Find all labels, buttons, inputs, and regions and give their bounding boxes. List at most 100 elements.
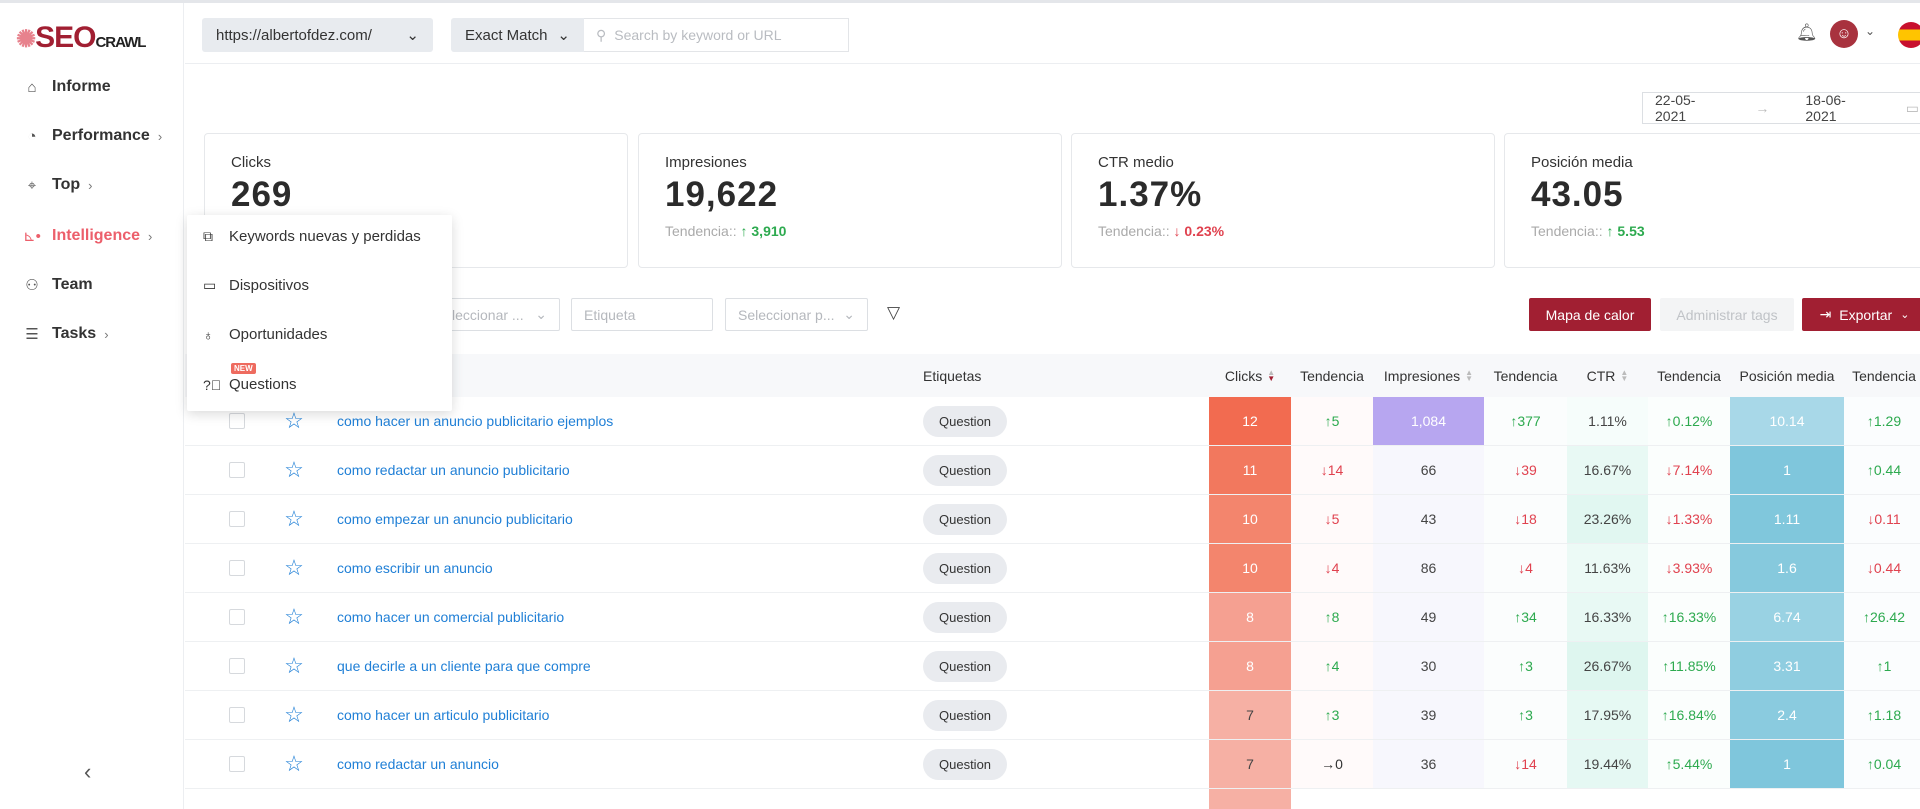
collapse-sidebar-icon[interactable]: ‹ xyxy=(84,759,91,785)
row-checkbox[interactable] xyxy=(229,609,245,625)
position-cell: 1 xyxy=(1730,740,1844,788)
submenu-item-keywords-nuevas-y-perdidas[interactable]: ⧉ Keywords nuevas y perdidas xyxy=(203,228,421,245)
row-checkbox[interactable] xyxy=(229,462,245,478)
row-checkbox[interactable] xyxy=(229,560,245,576)
keyword-link[interactable]: como empezar un anuncio publicitario xyxy=(337,495,897,543)
target-icon: ⌖ xyxy=(27,176,37,194)
row-checkbox[interactable] xyxy=(229,658,245,674)
star-icon[interactable]: ☆ xyxy=(281,691,307,739)
tag-badge[interactable]: Question xyxy=(923,454,1008,486)
ctr-trend: ↑5.44% xyxy=(1648,740,1730,788)
tag-badge[interactable]: Question xyxy=(923,552,1008,584)
stat-value: 19,622 xyxy=(665,175,779,214)
tag-badge[interactable]: Question xyxy=(923,503,1008,535)
row-checkbox[interactable] xyxy=(229,707,245,723)
position-cell: 1 xyxy=(1730,446,1844,494)
impressions-cell: 43 xyxy=(1373,495,1484,543)
sidebar-item-top[interactable]: ⌖ Top › xyxy=(20,170,93,200)
row-checkbox[interactable] xyxy=(229,511,245,527)
submenu-item-oportunidades[interactable]: ♁ Oportunidades xyxy=(203,326,327,343)
arrow-right-icon: → xyxy=(1755,100,1770,116)
row-checkbox[interactable] xyxy=(229,756,245,772)
position-cell: 3.31 xyxy=(1730,642,1844,690)
tag-filter-input[interactable]: Etiqueta xyxy=(571,298,713,331)
sidebar-item-intelligence[interactable]: ⊾• Intelligence › xyxy=(20,221,152,251)
ctr-cell: 17.95% xyxy=(1567,691,1648,739)
tag-badge[interactable]: Question xyxy=(923,650,1008,682)
avatar[interactable]: ☺ xyxy=(1830,20,1858,48)
sidebar-item-performance[interactable]: ◔ Performance › xyxy=(20,121,162,151)
filter-icon[interactable]: ▽ xyxy=(887,303,900,323)
keyword-link[interactable]: como redactar un anuncio xyxy=(337,740,897,788)
clicks-trend: →0 xyxy=(1291,740,1373,788)
tag-badge[interactable]: Question xyxy=(923,699,1008,731)
question-circle-icon: ?⃝ xyxy=(203,376,222,393)
impressions-cell: 66 xyxy=(1373,446,1484,494)
site-select[interactable]: https://albertofdez.com/⌄ xyxy=(202,18,433,52)
star-icon[interactable]: ☆ xyxy=(281,593,307,641)
filter-select-1[interactable]: leccionar ... ⌄ xyxy=(440,298,560,331)
star-icon[interactable]: ☆ xyxy=(281,446,307,494)
new-badge: NEW xyxy=(231,363,256,374)
star-icon[interactable]: ☆ xyxy=(281,740,307,788)
stat-card-3: Posición media 43.05 Tendencia:: ↑ 5.53 xyxy=(1504,133,1920,268)
ctr-trend: ↓1.33% xyxy=(1648,495,1730,543)
partial-row xyxy=(1209,789,1291,809)
team-icon: ⚇ xyxy=(25,277,39,294)
star-icon[interactable]: ☆ xyxy=(281,495,307,543)
row-checkbox[interactable] xyxy=(229,413,245,429)
position-cell: 1.11 xyxy=(1730,495,1844,543)
spain-flag-icon[interactable] xyxy=(1898,22,1920,48)
table-row: ☆ como empezar un anuncio publicitario Q… xyxy=(185,495,1920,544)
star-icon[interactable]: ☆ xyxy=(281,642,307,690)
filter-select-2[interactable]: Seleccionar p... ⌄ xyxy=(725,298,868,331)
position-trend: ↑1.29 xyxy=(1844,397,1920,445)
keyword-link[interactable]: como escribir un anuncio xyxy=(337,544,897,592)
stat-label: Impresiones xyxy=(665,154,747,171)
stat-trend: Tendencia:: ↑ 3,910 xyxy=(665,223,787,239)
date-range-picker[interactable]: 22-05-2021 → 18-06-2021 ▭ xyxy=(1642,92,1920,124)
export-icon: ⇥ xyxy=(1819,306,1832,322)
match-type-select[interactable]: Exact Match ⌄ xyxy=(451,18,584,52)
export-button[interactable]: ⇥ Exportar ⌄ xyxy=(1802,298,1920,331)
th-ctr[interactable]: CTR ▲ ▼ xyxy=(1567,354,1648,397)
th-clicks[interactable]: Clicks ▲ ▼ xyxy=(1209,354,1291,397)
keyword-link[interactable]: como hacer un comercial publicitario xyxy=(337,593,897,641)
logo[interactable]: ✺SEOCRAWL xyxy=(16,21,146,55)
table-row: ☆ como redactar un anuncio publicitario … xyxy=(185,446,1920,495)
keyword-link[interactable]: como redactar un anuncio publicitario xyxy=(337,446,897,494)
table-row: ☆ como escribir un anuncio Question 10 ↓… xyxy=(185,544,1920,593)
sidebar-item-label: Intelligence xyxy=(52,227,141,244)
keyword-link[interactable]: como hacer un articulo publicitario xyxy=(337,691,897,739)
clicks-cell: 7 xyxy=(1209,740,1291,788)
position-trend: ↓0.11 xyxy=(1844,495,1920,543)
table-row: ☆ como redactar un anuncio Question 7 →0… xyxy=(185,740,1920,789)
sidebar-item-tasks[interactable]: ☰ Tasks › xyxy=(20,319,108,349)
search-input[interactable]: ⚲ Search by keyword or URL xyxy=(584,18,849,52)
th-impressions[interactable]: Impresiones ▲ ▼ xyxy=(1373,354,1484,397)
clicks-cell: 7 xyxy=(1209,691,1291,739)
heatmap-button[interactable]: Mapa de calor xyxy=(1529,298,1651,331)
tag-badge[interactable]: Question xyxy=(923,748,1008,780)
tag-badge[interactable]: Question xyxy=(923,405,1008,437)
th-tags: Etiquetas xyxy=(923,367,982,384)
star-icon[interactable]: ☆ xyxy=(281,544,307,592)
ctr-cell: 23.26% xyxy=(1567,495,1648,543)
bell-icon[interactable]: 🔔︎ xyxy=(1796,23,1818,43)
impressions-trend: ↑3 xyxy=(1484,642,1567,690)
sidebar-item-team[interactable]: ⚇ Team xyxy=(20,270,92,300)
impressions-cell: 1,084 xyxy=(1373,397,1484,445)
stat-value: 43.05 xyxy=(1531,175,1624,214)
sidebar-item-informe[interactable]: ⌂ Informe xyxy=(20,72,110,102)
submenu-item-questions[interactable]: ?⃝ NEW Questions xyxy=(203,363,297,393)
stat-trend: Tendencia:: ↓ 0.23% xyxy=(1098,223,1225,239)
tag-badge[interactable]: Question xyxy=(923,601,1008,633)
th-pos-trend: Tendencia xyxy=(1852,367,1916,384)
keyword-link[interactable]: que decirle a un cliente para que compre xyxy=(337,642,897,690)
stat-card-1: Impresiones19,622Tendencia:: ↑ 3,910 xyxy=(638,133,1062,268)
position-cell: 2.4 xyxy=(1730,691,1844,739)
manage-tags-button[interactable]: Administrar tags xyxy=(1660,298,1794,331)
submenu-item-dispositivos[interactable]: ▭ Dispositivos xyxy=(203,277,309,294)
chevron-down-icon[interactable]: ⌄ xyxy=(1865,24,1875,38)
impressions-cell: 49 xyxy=(1373,593,1484,641)
